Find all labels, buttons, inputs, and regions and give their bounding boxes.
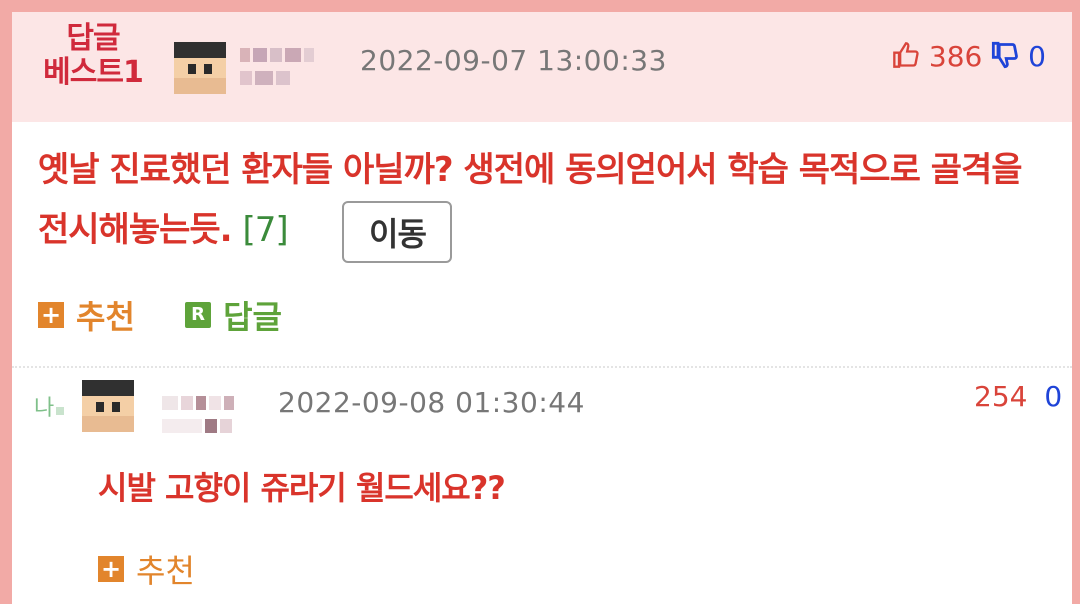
reply-avatar[interactable] <box>82 380 134 432</box>
reply-actions: + 추천 <box>98 546 195 592</box>
reply-count[interactable]: [7] <box>242 210 288 250</box>
badge-line-2: 베스트1 <box>43 55 144 90</box>
vote-area: 386 0 <box>892 40 1046 76</box>
plus-icon: + <box>98 556 124 582</box>
reply-label: 답글 <box>223 298 282 336</box>
reply-indicator-icon: 나 <box>34 390 65 422</box>
reply-button[interactable]: R 답글 <box>185 292 282 338</box>
recommend-button[interactable]: + 추천 <box>38 292 135 338</box>
thumbs-up-icon[interactable] <box>892 41 920 76</box>
reply-datetime: 2022-09-08 01:30:44 <box>278 386 585 419</box>
best-comment-header: 답글 베스트1 2022-09-07 13:00:33 386 0 <box>12 12 1072 122</box>
divider <box>12 366 1072 368</box>
avatar[interactable] <box>174 42 226 94</box>
badge-line-1: 답글 <box>66 21 120 56</box>
thumbs-down-icon[interactable] <box>991 41 1019 76</box>
reply-recommend-button[interactable]: + 추천 <box>98 546 195 592</box>
reply-upvote-count: 254 <box>974 380 1028 413</box>
best-comment-actions: + 추천 R 답글 <box>38 292 282 338</box>
plus-icon: + <box>38 302 64 328</box>
recommend-label: 추천 <box>136 552 195 590</box>
move-button[interactable]: 이동 <box>342 200 453 263</box>
comment-frame: 답글 베스트1 2022-09-07 13:00:33 386 0 옛날 진료했… <box>12 12 1072 604</box>
comment-text: 옛날 진료했던 환자들 아닐까? 생전에 동의얻어서 학습 목적으로 골격을 전… <box>38 150 1023 250</box>
reply-indicator-text: 나 <box>34 396 55 421</box>
reply-nickname-blurred[interactable] <box>162 396 237 433</box>
best-comment-body: 옛날 진료했던 환자들 아닐까? 생전에 동의얻어서 학습 목적으로 골격을 전… <box>38 140 1048 263</box>
recommend-label: 추천 <box>76 298 135 336</box>
reply-body: 시발 고향이 쥬라기 월드세요?? <box>98 469 506 507</box>
reply-vote-area: 254 0 <box>974 380 1062 413</box>
reply-icon: R <box>185 302 212 328</box>
comment-datetime: 2022-09-07 13:00:33 <box>360 44 667 77</box>
downvote-count: 0 <box>1028 40 1046 73</box>
reply-downvote-count: 0 <box>1044 380 1063 413</box>
best-reply-badge: 답글 베스트1 <box>38 22 148 90</box>
nickname-blurred[interactable] <box>240 48 317 85</box>
upvote-count: 386 <box>928 40 983 73</box>
